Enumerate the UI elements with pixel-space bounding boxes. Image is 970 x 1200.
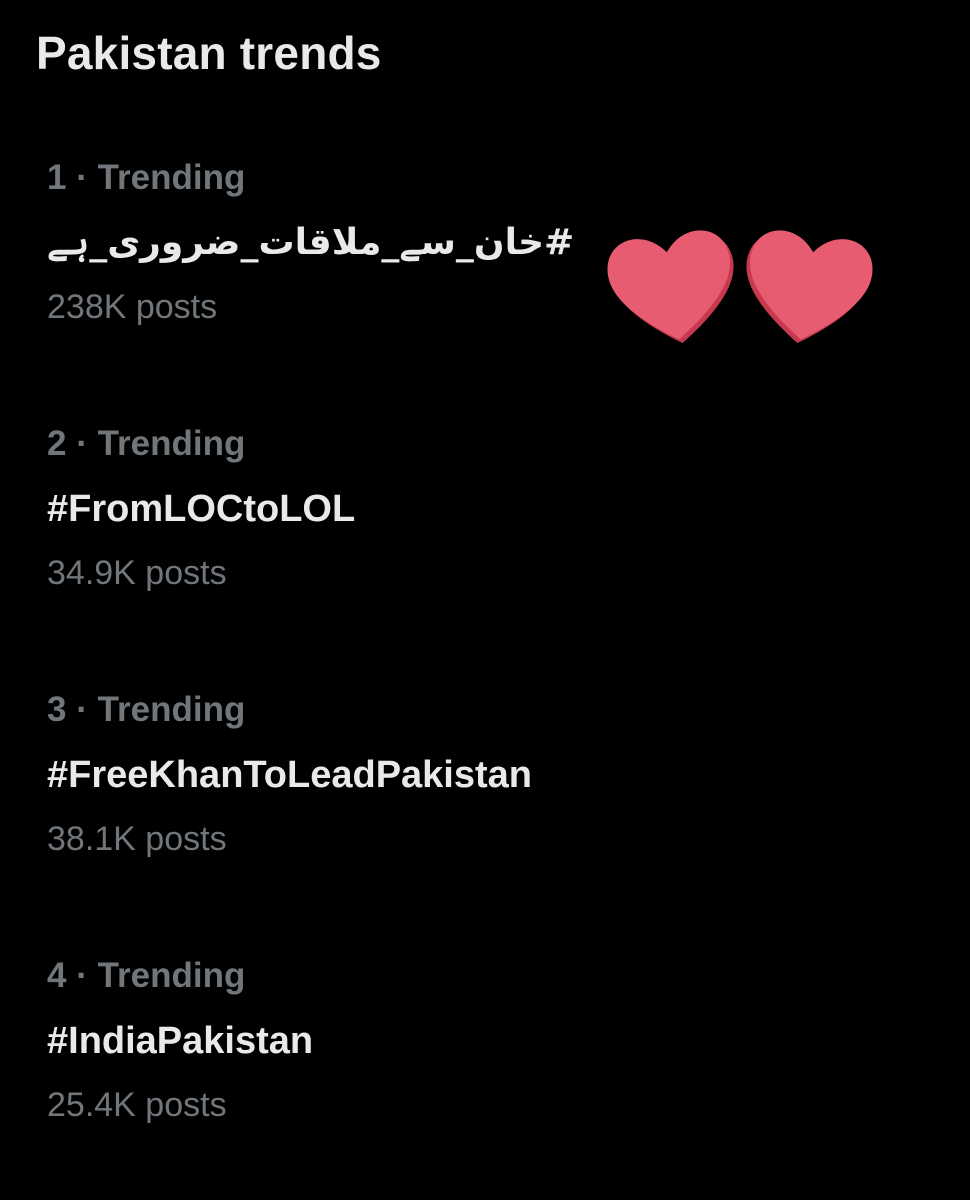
- trend-post-count: 34.9K posts: [47, 554, 227, 592]
- trend-item-4[interactable]: 4 · Trending #IndiaPakistan 25.4K posts: [0, 956, 970, 1186]
- trend-post-count: 38.1K posts: [47, 820, 227, 858]
- trend-rank-label: 2 · Trending: [47, 424, 246, 463]
- page-title: Pakistan trends: [36, 27, 382, 79]
- trend-hashtag[interactable]: #IndiaPakistan: [47, 1020, 313, 1063]
- trend-hashtag[interactable]: #خان_سے_ملاقات_ضروری_ہے: [47, 222, 574, 263]
- trend-rank-label: 4 · Trending: [47, 956, 246, 995]
- trend-post-count: 25.4K posts: [47, 1086, 227, 1124]
- trend-item-2[interactable]: 2 · Trending #FromLOCtoLOL 34.9K posts: [0, 424, 970, 654]
- trend-rank-label: 1 · Trending: [47, 158, 246, 197]
- trend-item-3[interactable]: 3 · Trending #FreeKhanToLeadPakistan 38.…: [0, 690, 970, 920]
- two-hearts-icon: [600, 218, 880, 348]
- trend-hashtag[interactable]: #FromLOCtoLOL: [47, 488, 355, 531]
- trend-hashtag[interactable]: #FreeKhanToLeadPakistan: [47, 754, 532, 797]
- trend-rank-label: 3 · Trending: [47, 690, 246, 729]
- trend-post-count: 238K posts: [47, 288, 218, 326]
